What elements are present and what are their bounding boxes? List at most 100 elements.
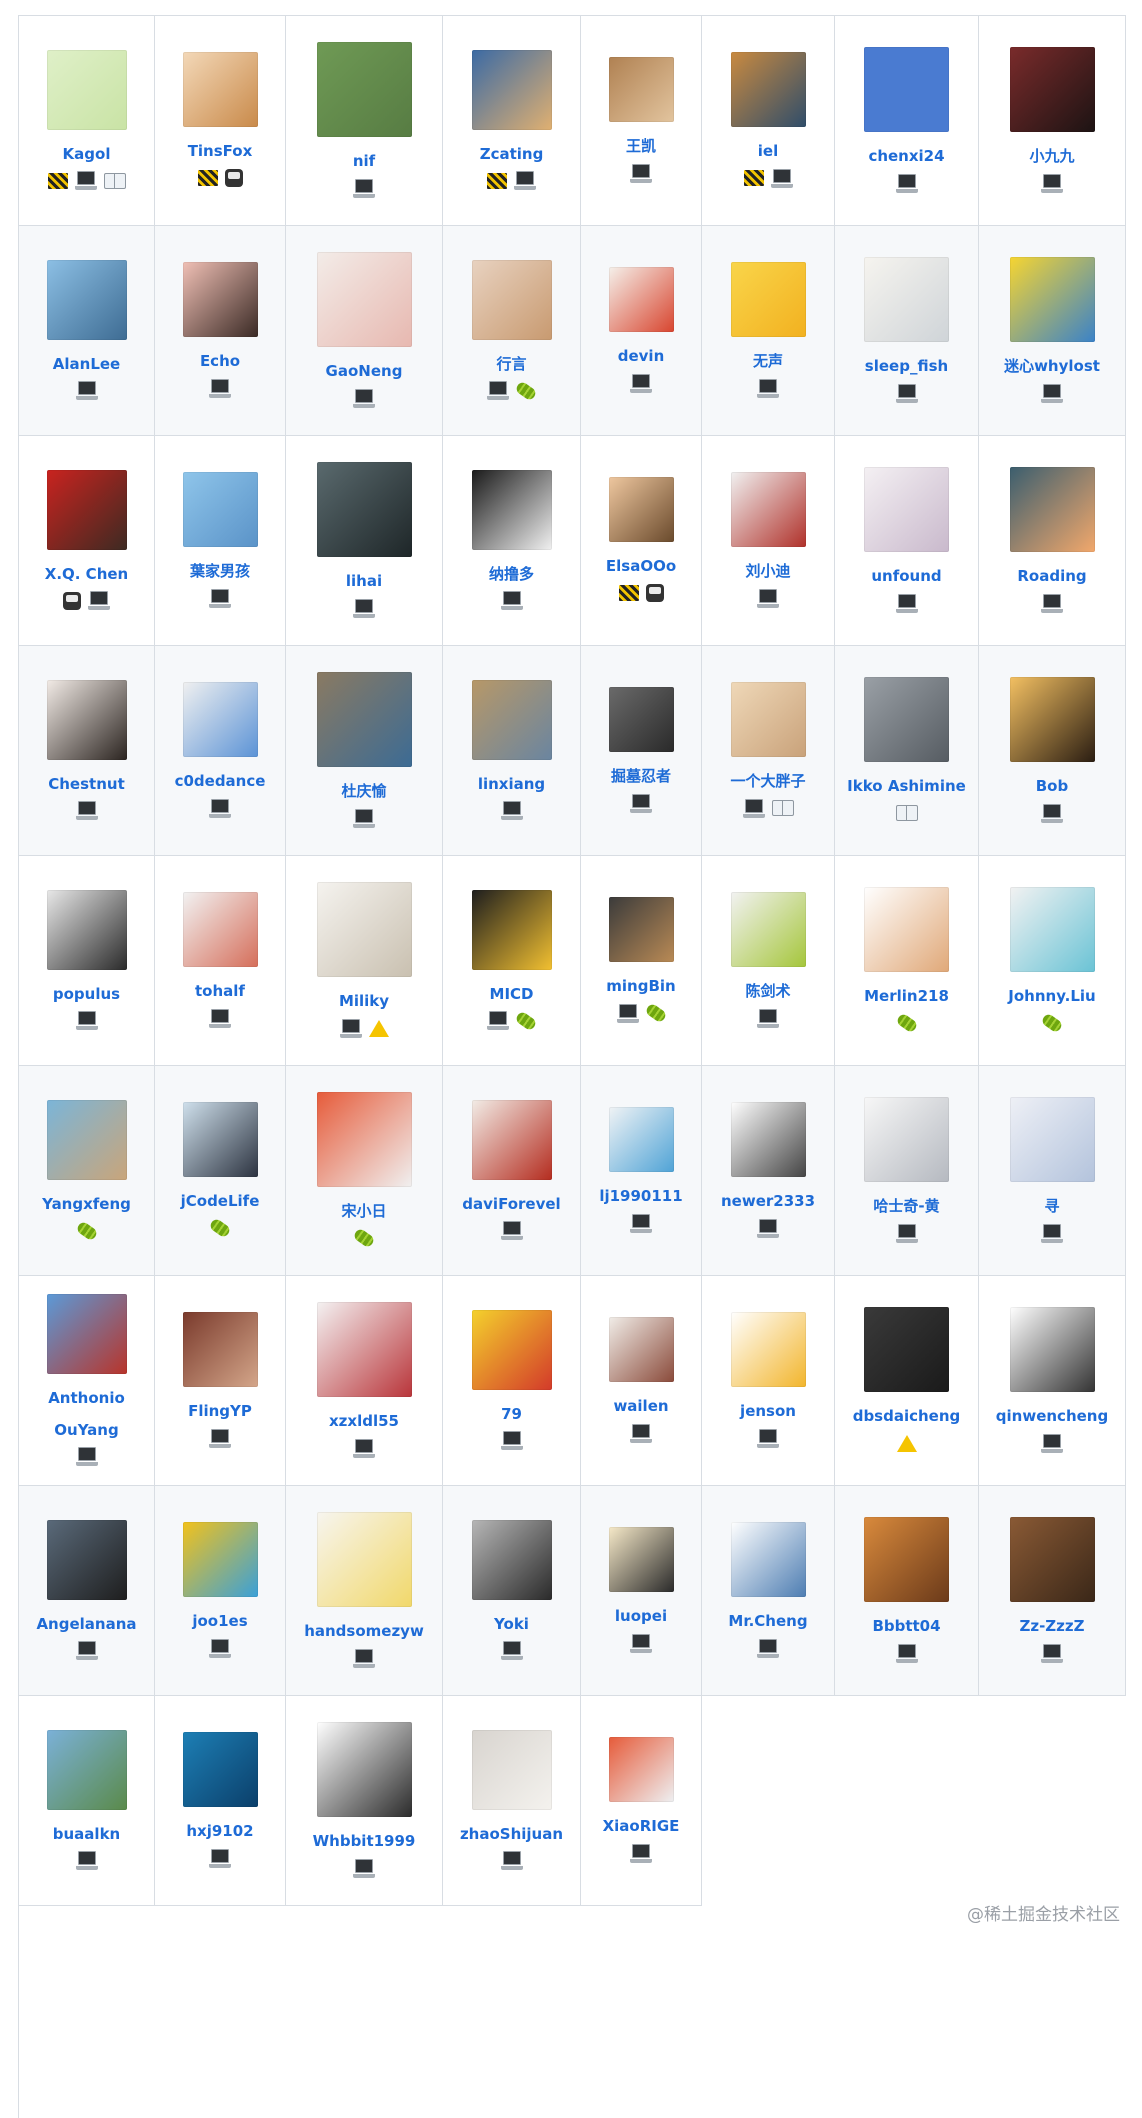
avatar[interactable] (1009, 677, 1095, 762)
avatar[interactable] (46, 49, 127, 130)
contributor-name-link[interactable]: ElsaOOo (606, 550, 676, 582)
avatar[interactable] (471, 49, 552, 130)
avatar[interactable] (608, 1737, 674, 1802)
avatar[interactable] (316, 672, 412, 767)
laptop-icon[interactable] (353, 1858, 375, 1878)
contributor-name-link[interactable]: joo1es (192, 1605, 247, 1637)
contributor-name-link[interactable]: GaoNeng (326, 355, 403, 387)
caterpillar-icon[interactable] (1040, 1012, 1064, 1034)
contributor-name-link[interactable]: XiaoRIGE (603, 1810, 680, 1842)
laptop-icon[interactable] (514, 171, 536, 190)
laptop-icon[interactable] (1041, 803, 1063, 823)
caterpillar-icon[interactable] (894, 1012, 919, 1034)
avatar[interactable] (730, 892, 806, 967)
contributor-name-link[interactable]: 寻 (1044, 1190, 1059, 1222)
avatar[interactable] (316, 252, 412, 347)
laptop-icon[interactable] (1041, 593, 1063, 613)
laptop-icon[interactable] (209, 1848, 231, 1868)
laptop-icon[interactable] (630, 1843, 652, 1863)
avatar[interactable] (316, 462, 412, 557)
avatar[interactable] (471, 1519, 552, 1600)
avatar[interactable] (864, 887, 949, 972)
laptop-icon[interactable] (630, 793, 652, 813)
avatar[interactable] (46, 1099, 127, 1180)
contributor-name-link[interactable]: luopei (615, 1600, 667, 1632)
laptop-icon[interactable] (88, 591, 110, 610)
avatar[interactable] (182, 1732, 258, 1807)
book-icon[interactable] (771, 800, 794, 816)
laptop-icon[interactable] (895, 173, 918, 193)
laptop-icon[interactable] (757, 1218, 779, 1238)
laptop-icon[interactable] (630, 1633, 652, 1653)
contributor-name-link[interactable]: Mr.Cheng (728, 1605, 807, 1637)
avatar[interactable] (864, 467, 949, 552)
laptop-icon[interactable] (1041, 1433, 1063, 1453)
laptop-icon[interactable] (209, 798, 231, 818)
avatar[interactable] (864, 47, 949, 132)
contributor-name-link[interactable]: FlingYP (188, 1395, 252, 1427)
laptop-icon[interactable] (353, 1648, 375, 1668)
contributor-name-link[interactable]: devin (618, 340, 665, 372)
avatar[interactable] (1009, 1517, 1095, 1602)
contributor-name-link[interactable]: 陈剑术 (745, 975, 790, 1007)
contributor-name-link[interactable]: Yoki (494, 1608, 529, 1640)
avatar[interactable] (1009, 47, 1095, 132)
avatar[interactable] (1009, 1097, 1095, 1182)
contributor-name-link[interactable]: 宋小日 (341, 1195, 386, 1227)
avatar[interactable] (471, 469, 552, 550)
contributor-name-link[interactable]: 小九九 (1029, 140, 1074, 172)
avatar[interactable] (46, 259, 127, 340)
avatar[interactable] (608, 1107, 674, 1172)
contributor-name-link[interactable]: populus (53, 978, 120, 1010)
construction-icon[interactable] (197, 170, 218, 186)
laptop-icon[interactable] (895, 1643, 918, 1663)
book-icon[interactable] (103, 172, 126, 189)
contributor-name-link[interactable]: jCodeLife (181, 1185, 260, 1217)
avatar[interactable] (608, 1527, 674, 1592)
laptop-icon[interactable] (75, 1447, 98, 1466)
contributor-name-link[interactable]: dbsdaicheng (853, 1400, 961, 1432)
laptop-icon[interactable] (500, 1851, 523, 1870)
avatar[interactable] (46, 1293, 127, 1374)
laptop-icon[interactable] (1041, 1643, 1063, 1663)
contributor-name-link[interactable]: 一个大胖子 (730, 765, 805, 797)
contributor-name-link[interactable]: unfound (871, 560, 941, 592)
laptop-icon[interactable] (353, 598, 375, 618)
avatar[interactable] (1009, 257, 1095, 342)
avatar[interactable] (1009, 1307, 1095, 1392)
laptop-icon[interactable] (895, 1223, 918, 1243)
contributor-name-link[interactable]: MICD (490, 978, 534, 1010)
avatar[interactable] (46, 1519, 127, 1600)
contributor-name-link[interactable]: chenxi24 (868, 140, 944, 172)
laptop-icon[interactable] (757, 1638, 779, 1658)
contributor-name-link[interactable]: hxj9102 (186, 1815, 253, 1847)
laptop-icon[interactable] (757, 1008, 779, 1028)
laptop-icon[interactable] (353, 178, 375, 198)
avatar[interactable] (730, 472, 806, 547)
contributor-name-link[interactable]: xzxldl55 (329, 1405, 399, 1437)
avatar[interactable] (46, 1729, 127, 1810)
laptop-icon[interactable] (487, 381, 509, 400)
laptop-icon[interactable] (500, 591, 523, 610)
laptop-icon[interactable] (75, 1011, 98, 1030)
laptop-icon[interactable] (75, 381, 98, 400)
caterpillar-icon[interactable] (514, 1009, 538, 1032)
avatar[interactable] (182, 1522, 258, 1597)
contributor-name-link[interactable]: Anthonio OuYang (21, 1382, 152, 1446)
laptop-icon[interactable] (209, 1638, 231, 1658)
contributor-name-link[interactable]: 哈士奇-黄 (873, 1190, 939, 1222)
avatar[interactable] (316, 1512, 412, 1607)
laptop-icon[interactable] (500, 1641, 523, 1660)
avatar[interactable] (182, 1102, 258, 1177)
book-icon[interactable] (895, 805, 918, 821)
contributor-name-link[interactable]: Angelanana (36, 1608, 136, 1640)
contributor-name-link[interactable]: mingBin (606, 970, 675, 1002)
laptop-icon[interactable] (209, 378, 231, 398)
caterpillar-icon[interactable] (352, 1227, 376, 1249)
avatar[interactable] (182, 52, 258, 127)
avatar[interactable] (46, 889, 127, 970)
warning-icon[interactable] (368, 1019, 389, 1037)
contributor-name-link[interactable]: buaalkn (53, 1818, 120, 1850)
caterpillar-icon[interactable] (514, 379, 538, 402)
laptop-icon[interactable] (630, 373, 652, 393)
